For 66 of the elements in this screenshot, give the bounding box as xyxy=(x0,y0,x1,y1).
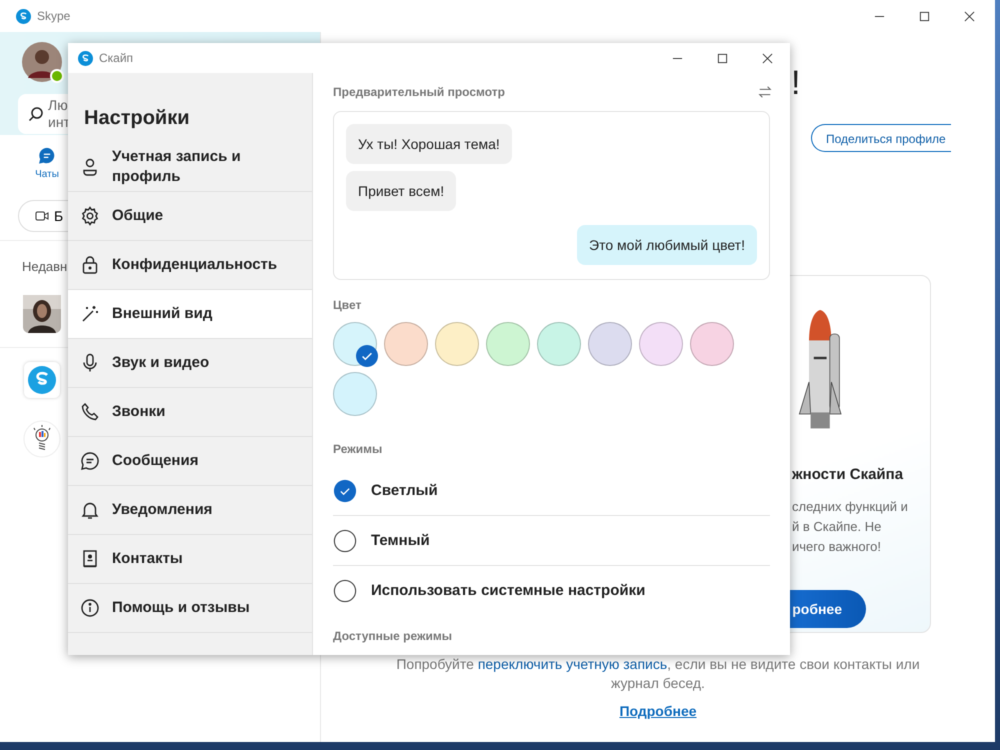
theme-option[interactable]: Светлый xyxy=(333,466,770,516)
swap-arrows-icon[interactable] xyxy=(758,85,772,99)
lightbulb-icon[interactable] xyxy=(23,420,61,458)
section-heading: Недавн xyxy=(22,259,68,276)
settings-nav-item[interactable]: Общие xyxy=(68,192,312,241)
color-swatch[interactable] xyxy=(588,322,632,366)
chat-icon xyxy=(38,147,56,165)
settings-nav-item[interactable]: Сообщения xyxy=(68,437,312,486)
radio-button[interactable] xyxy=(333,478,357,502)
chat-bubble-icon xyxy=(80,451,100,471)
skype-logo-icon xyxy=(78,50,93,66)
skype-logo-icon xyxy=(16,8,31,24)
settings-heading: Настройки xyxy=(83,106,191,131)
color-swatch[interactable] xyxy=(333,322,377,366)
settings-nav-item[interactable]: Помощь и отзывы xyxy=(68,584,312,633)
avatar-icon[interactable] xyxy=(22,42,62,82)
maximize-icon[interactable] xyxy=(717,52,728,64)
settings-nav-item[interactable]: Внешний вид xyxy=(68,290,312,339)
settings-nav-item[interactable]: Звонки xyxy=(68,388,312,437)
color-swatch[interactable] xyxy=(690,322,734,366)
settings-nav-item[interactable]: Контакты xyxy=(68,535,312,584)
color-swatch[interactable] xyxy=(435,322,479,366)
radio-button[interactable] xyxy=(333,528,357,552)
search-placeholder: Лю инт xyxy=(48,97,70,131)
learn-more-link[interactable]: Подробнее xyxy=(619,703,697,719)
share-profile-button[interactable]: Поделиться профиле xyxy=(811,124,951,152)
search-icon xyxy=(28,106,44,122)
close-icon[interactable] xyxy=(964,10,975,22)
section-label: Цвет xyxy=(333,298,362,312)
phone-icon xyxy=(80,402,100,422)
message-bubble: Это мой любимый цвет! xyxy=(577,225,757,265)
magic-wand-icon xyxy=(80,304,100,324)
window-title: Скайп xyxy=(99,51,134,65)
card-text: ичего важного! xyxy=(792,538,882,556)
info-icon xyxy=(80,598,100,618)
message-bubble: Привет всем! xyxy=(346,171,456,211)
lock-icon xyxy=(80,255,100,275)
color-swatch[interactable] xyxy=(333,372,377,416)
card-text: й в Скайпе. Не xyxy=(792,518,882,536)
greeting-text: ! xyxy=(791,64,802,104)
video-icon xyxy=(35,210,49,222)
color-swatch[interactable] xyxy=(486,322,530,366)
card-text: следних функций и xyxy=(792,498,909,516)
chats-tab[interactable]: Чаты xyxy=(24,147,70,180)
message-bubble: Ух ты! Хорошая тема! xyxy=(346,124,512,164)
gear-icon xyxy=(80,206,100,226)
color-swatch[interactable] xyxy=(384,322,428,366)
status-dot xyxy=(50,69,64,83)
theme-option[interactable]: Темный xyxy=(333,516,770,566)
card-title: жности Скайпа xyxy=(792,466,904,483)
close-icon[interactable] xyxy=(762,52,773,64)
color-swatch[interactable] xyxy=(639,322,683,366)
window-title: Skype xyxy=(37,9,70,23)
switch-account-link[interactable]: переключить учетную запись xyxy=(478,656,668,672)
section-label: Предварительный просмотр xyxy=(333,85,505,99)
account-hint-text: Попробуйте переключить учетную запись, если вы не видите свои контакты или журнал бесед. xyxy=(395,655,921,693)
color-swatch[interactable] xyxy=(537,322,581,366)
settings-nav-item[interactable]: Звук и видео xyxy=(68,339,312,388)
bell-icon xyxy=(80,500,100,520)
settings-nav-item[interactable]: Уведомления xyxy=(68,486,312,535)
maximize-icon[interactable] xyxy=(919,10,930,22)
settings-nav-item[interactable]: Учетная запись и профиль xyxy=(68,143,312,192)
radio-button[interactable] xyxy=(333,578,357,602)
checkmark-icon xyxy=(356,345,378,367)
section-label: Режимы xyxy=(333,442,384,456)
section-label: Доступные режимы xyxy=(333,629,453,643)
